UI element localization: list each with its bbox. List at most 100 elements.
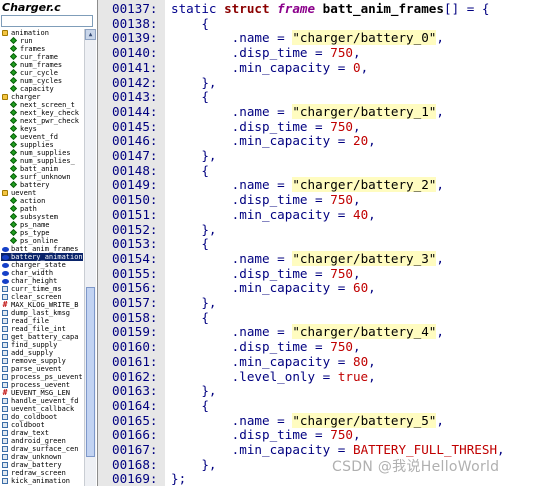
code-line[interactable]: 00145: .disp_time = 750, <box>98 119 554 134</box>
line-number: 00148: <box>112 162 158 178</box>
tree-item-label: next_pwr_check <box>20 117 80 125</box>
code-token: .disp_time = <box>171 339 331 355</box>
tree-item[interactable]: char_width <box>1 269 83 277</box>
tree-item[interactable]: remove_supply <box>1 357 83 365</box>
code-line[interactable]: 00140: .disp_time = 750, <box>98 45 554 60</box>
code-line[interactable]: 00162: .level_only = true, <box>98 369 554 384</box>
code-token: struct <box>224 1 278 16</box>
tree-item[interactable]: ps_online <box>1 236 83 245</box>
function-icon <box>2 470 8 476</box>
code-line[interactable]: 00150: .disp_time = 750, <box>98 192 554 207</box>
tree-item-label: capacity <box>20 85 54 93</box>
tree-item[interactable]: redraw_screen <box>1 469 83 477</box>
code-token: batt_anim_frames <box>322 1 444 16</box>
tree-item[interactable]: charger_state <box>1 261 83 269</box>
member-icon <box>9 140 18 149</box>
code-line[interactable]: 00144: .name = "charger/battery_1", <box>98 103 554 119</box>
tree-item[interactable]: parse_uevent <box>1 365 83 373</box>
tree-item[interactable]: draw_battery <box>1 461 83 469</box>
code-line[interactable]: 00152: }, <box>98 222 554 237</box>
tree-item[interactable]: get_battery_capa <box>1 333 83 341</box>
code-line[interactable]: 00141: .min_capacity = 0, <box>98 60 554 75</box>
member-icon <box>9 124 18 133</box>
tree-item[interactable]: battery_animation <box>1 253 83 261</box>
code-line[interactable]: 00159: .name = "charger/battery_4", <box>98 324 554 340</box>
code-line[interactable]: 00149: .name = "charger/battery_2", <box>98 177 554 193</box>
member-icon <box>9 108 18 117</box>
tree-item[interactable]: battery <box>1 180 83 189</box>
tree-item-label: char_height <box>11 277 58 285</box>
code-line[interactable]: 00146: .min_capacity = 20, <box>98 133 554 148</box>
tree-item[interactable]: android_green <box>1 437 83 445</box>
sidebar-scrollbar[interactable]: ▲ <box>84 29 96 486</box>
member-icon <box>9 228 18 237</box>
tree-item[interactable]: # MAX_KLOG_WRITE_B <box>1 301 83 310</box>
code-line[interactable]: 00137: static struct frame batt_anim_fram… <box>98 1 554 16</box>
tree-item[interactable]: char_height <box>1 277 83 285</box>
code-line[interactable]: 00163: }, <box>98 383 554 398</box>
tree-item[interactable]: draw_text <box>1 429 83 437</box>
code-line[interactable]: 00138: { <box>98 16 554 31</box>
code-line[interactable]: 00156: .min_capacity = 60, <box>98 280 554 295</box>
tree-item[interactable]: capacity <box>1 84 83 93</box>
code-line[interactable]: 00161: .min_capacity = 80, <box>98 354 554 369</box>
tree-item-label: kick_animation <box>11 477 71 485</box>
code-line[interactable]: 00160: .disp_time = 750, <box>98 339 554 354</box>
code-line[interactable]: 00158: { <box>98 310 554 325</box>
variable-icon <box>2 278 9 284</box>
code-line[interactable]: 00148: { <box>98 163 554 178</box>
tree-item[interactable]: kick_animation <box>1 477 83 485</box>
code-token: { <box>171 397 209 413</box>
line-number: 00161: <box>112 353 158 369</box>
line-source: .disp_time = 750, <box>171 427 361 442</box>
tree-item[interactable]: dump_last_kmsg <box>1 309 83 317</box>
line-source: .min_capacity = BATTERY_FULL_THRESH, <box>171 442 505 457</box>
tree-item[interactable]: coldboot <box>1 421 83 429</box>
code-line[interactable]: 00165: .name = "charger/battery_5", <box>98 412 554 428</box>
tree-item[interactable]: do_coldboot <box>1 413 83 421</box>
code-line[interactable]: 00151: .min_capacity = 40, <box>98 207 554 222</box>
tree-item[interactable]: batt_anim_frames <box>1 245 83 253</box>
symbol-search-input[interactable] <box>1 15 93 27</box>
tree-item[interactable]: uevent_callback <box>1 405 83 413</box>
tree-item[interactable]: curr_time_ms <box>1 285 83 293</box>
scroll-thumb[interactable] <box>86 287 95 457</box>
line-number: 00157: <box>112 295 158 310</box>
tree-item[interactable]: add_supply <box>1 349 83 357</box>
tree-item[interactable]: process_ps_uevent <box>1 373 83 381</box>
code-line[interactable]: 00167: .min_capacity = BATTERY_FULL_THRE… <box>98 442 554 457</box>
code-editor[interactable]: 00137: static struct frame batt_anim_fram… <box>98 0 554 486</box>
code-token: , <box>436 30 444 46</box>
tree-item[interactable]: handle_uevent_fd <box>1 397 83 405</box>
tree-item-label: batt_anim <box>20 165 58 173</box>
code-line[interactable]: 00139: .name = "charger/battery_0", <box>98 30 554 46</box>
line-source: .min_capacity = 60, <box>171 280 376 295</box>
code-line[interactable]: 00166: .disp_time = 750, <box>98 427 554 442</box>
code-line[interactable]: 00154: .name = "charger/battery_3", <box>98 250 554 266</box>
tree-item-label: next_key_check <box>20 109 80 117</box>
code-token: .min_capacity = <box>171 59 353 75</box>
tree-item[interactable]: # UEVENT_MSG_LEN <box>1 389 83 398</box>
code-token: , <box>368 368 376 384</box>
line-source: { <box>171 16 209 31</box>
tree-item[interactable]: read_file <box>1 317 83 325</box>
code-line[interactable]: 00155: .disp_time = 750, <box>98 266 554 281</box>
code-line[interactable]: 00153: { <box>98 236 554 251</box>
tree-item[interactable]: draw_unknown <box>1 453 83 461</box>
tree-item[interactable]: draw_surface_cen <box>1 445 83 453</box>
member-icon <box>9 156 18 165</box>
folder-icon <box>2 94 8 100</box>
code-token: { <box>171 236 209 252</box>
scroll-up-arrow-icon[interactable]: ▲ <box>85 29 96 40</box>
tree-item-label: charger_state <box>11 261 66 269</box>
code-line[interactable]: 00147: }, <box>98 148 554 163</box>
tree-item[interactable]: find_supply <box>1 341 83 349</box>
code-line[interactable]: 00142: }, <box>98 75 554 90</box>
tree-item[interactable]: clear_screen <box>1 293 83 301</box>
tree-item[interactable]: process_uevent <box>1 381 83 389</box>
tree-item[interactable]: read_file_int <box>1 325 83 333</box>
code-line[interactable]: 00143: { <box>98 89 554 104</box>
code-line[interactable]: 00164: { <box>98 398 554 413</box>
code-line[interactable]: 00157: }, <box>98 295 554 310</box>
line-number: 00162: <box>112 368 158 384</box>
